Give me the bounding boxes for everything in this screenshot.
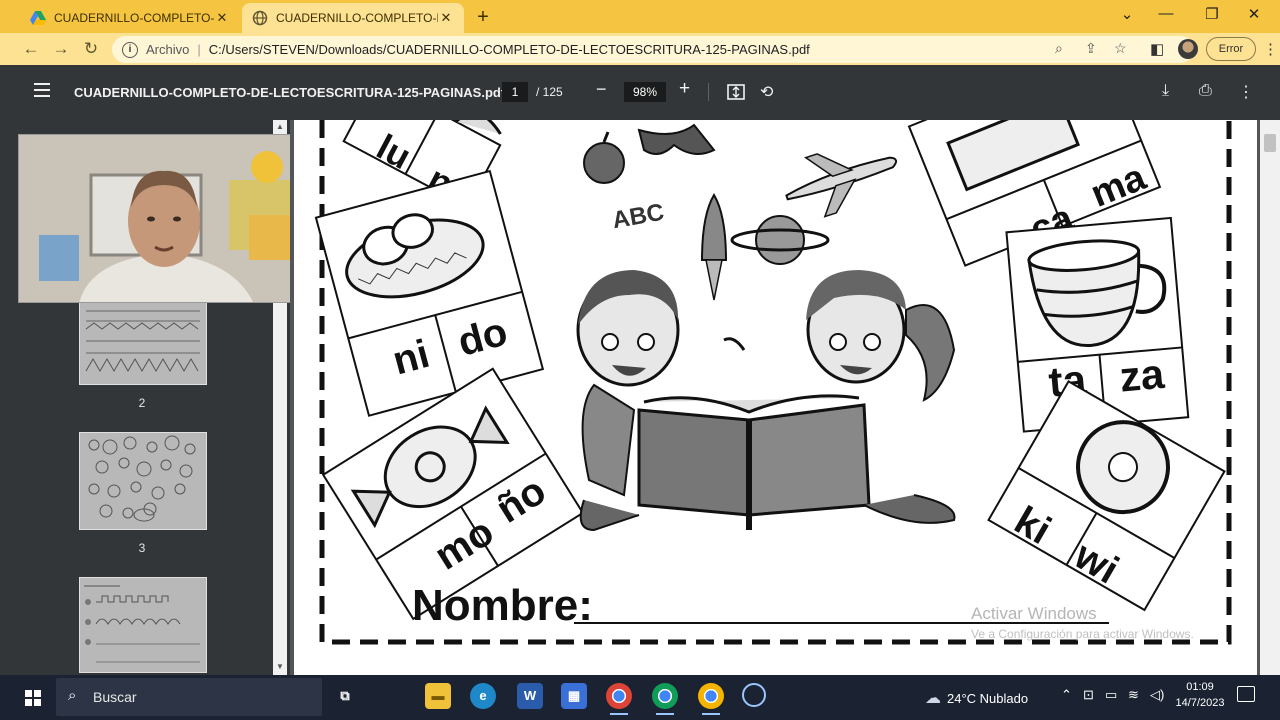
minimize-icon[interactable]: — (1154, 5, 1178, 22)
children-reading-illustration (576, 270, 956, 532)
dinosaur-illustration (637, 123, 716, 155)
scroll-down-icon[interactable]: ▼ (276, 662, 284, 671)
syllable-card-nido (314, 169, 545, 417)
close-icon[interactable]: ✕ (438, 10, 454, 26)
tab-title: CUADERNILLO-COMPLETO-DE-LE (276, 11, 438, 25)
pdf-toolbar: CUADERNILLO-COMPLETO-DE-LECTOESCRITURA-1… (0, 65, 1280, 120)
more-actions-icon[interactable]: ⋮ (1238, 82, 1254, 102)
thumbnail-page-2[interactable] (79, 300, 207, 385)
tab-inactive[interactable]: CUADERNILLO-COMPLETO-DE-LE ✕ (20, 3, 240, 33)
chrome-active-window-icon[interactable] (698, 683, 724, 715)
cloud-icon: ☁ (925, 690, 941, 707)
meet-now-icon[interactable]: ⊡ (1083, 687, 1094, 703)
windows-taskbar: ⌕ Buscar ⧉ ▬ e W ▦ ☁ 24°C Nublado ⌃ ⊡ ▭ … (0, 675, 1280, 720)
airplane-illustration (785, 153, 898, 218)
word-icon[interactable]: W (517, 683, 543, 709)
notification-icon[interactable] (1237, 686, 1255, 702)
close-icon[interactable]: ✕ (214, 10, 230, 26)
syllable-text: za (1118, 350, 1167, 401)
volume-icon[interactable]: ◁) (1150, 687, 1164, 703)
thumbnail-number: 2 (138, 396, 146, 410)
restore-icon[interactable]: ❐ (1200, 5, 1224, 23)
system-clock[interactable]: 01:09 14/7/2023 (1170, 679, 1230, 711)
browser-window: CUADERNILLO-COMPLETO-DE-LE ✕ CUADERNILLO… (0, 0, 1280, 720)
browser-toolbar: ← → ↻ i Archivo | C:/Users/STEVEN/Downlo… (0, 33, 1280, 65)
fit-page-icon[interactable] (727, 84, 745, 100)
chrome-profile-icon[interactable] (652, 683, 678, 715)
scroll-up-icon[interactable]: ▲ (276, 122, 284, 131)
activation-watermark-text: Ve a Configuración para activar Windows. (971, 627, 1194, 641)
menu-icon[interactable] (34, 83, 50, 97)
zoom-search-icon[interactable]: ⌕ (1055, 40, 1063, 57)
tab-search-icon[interactable]: ⌄ (1115, 5, 1139, 23)
store-icon[interactable]: ▦ (561, 683, 587, 709)
reload-icon[interactable]: ↻ (80, 38, 102, 60)
search-placeholder: Buscar (93, 689, 137, 705)
show-hidden-icons-icon[interactable]: ⌃ (1061, 687, 1072, 703)
back-icon[interactable]: ← (20, 38, 42, 60)
thumbnail-number: 3 (138, 541, 146, 555)
recording-app-icon[interactable] (742, 683, 766, 707)
zoom-input[interactable]: 98% (624, 82, 666, 102)
tab-title: CUADERNILLO-COMPLETO-DE-LE (54, 11, 214, 25)
clock-time: 01:09 (1186, 681, 1214, 693)
thumbnail-page-4[interactable] (79, 577, 207, 673)
page-scrollbar[interactable] (1260, 120, 1280, 675)
planet-illustration (730, 215, 830, 265)
weather-widget[interactable]: ☁ 24°C Nublado (925, 688, 1028, 708)
page-number-input[interactable]: 1 (502, 82, 528, 102)
error-button[interactable]: Error (1206, 37, 1256, 61)
search-icon: ⌕ (68, 687, 77, 704)
new-tab-button[interactable]: + (472, 6, 494, 29)
scheme-label: Archivo (146, 42, 190, 57)
tab-active[interactable]: CUADERNILLO-COMPLETO-DE-LE ✕ (242, 3, 464, 33)
pdf-title: CUADERNILLO-COMPLETO-DE-LECTOESCRITURA-1… (74, 85, 506, 100)
activation-watermark-title: Activar Windows (971, 604, 1097, 623)
google-drive-icon (30, 11, 46, 25)
thumbnail-page-3[interactable] (79, 432, 207, 530)
bookmark-star-icon[interactable]: ☆ (1114, 40, 1127, 57)
more-options-icon[interactable]: ⋮ (1263, 40, 1278, 58)
webcam-overlay (18, 134, 318, 303)
wifi-icon[interactable]: ≋ (1128, 687, 1139, 703)
battery-icon[interactable]: ▭ (1105, 687, 1117, 703)
address-bar[interactable]: i Archivo | C:/Users/STEVEN/Downloads/CU… (112, 36, 1194, 63)
person-video-image (19, 135, 317, 302)
chrome-icon[interactable] (606, 683, 632, 715)
separator: | (197, 42, 201, 57)
globe-icon (252, 10, 268, 26)
worksheet-image: lu na ni do mo (314, 120, 1232, 645)
thumbnail-image (85, 310, 200, 372)
file-explorer-icon[interactable]: ▬ (425, 683, 451, 709)
url-text[interactable]: C:/Users/STEVEN/Downloads/CUADERNILLO-CO… (209, 42, 810, 57)
thumbnail-image (88, 435, 196, 522)
side-panel-icon[interactable]: ◧ (1150, 40, 1164, 58)
share-icon[interactable]: ⇪ (1085, 40, 1097, 57)
download-icon[interactable]: ⤓ (1162, 82, 1169, 100)
pdf-page-1: lu na ni do mo (294, 120, 1257, 675)
info-icon[interactable]: i (122, 41, 138, 58)
forward-icon[interactable]: → (50, 38, 72, 60)
zoom-out-icon[interactable]: − (596, 79, 607, 100)
close-window-icon[interactable]: ✕ (1242, 5, 1266, 23)
zoom-in-icon[interactable]: + (679, 78, 690, 100)
profile-avatar[interactable] (1178, 39, 1198, 59)
task-view-icon[interactable]: ⧉ (332, 683, 358, 709)
name-label: Nombre: (412, 581, 593, 630)
page-total: / 125 (536, 85, 563, 99)
abc-text: ABC (610, 199, 666, 235)
divider (708, 83, 709, 101)
clock-date: 14/7/2023 (1175, 697, 1225, 709)
weather-text: 24°C Nublado (947, 690, 1029, 706)
scrollbar-thumb[interactable] (1264, 134, 1276, 152)
rotate-icon[interactable]: ⟲ (760, 82, 773, 102)
tab-strip: CUADERNILLO-COMPLETO-DE-LE ✕ CUADERNILLO… (0, 0, 1280, 33)
rocket-illustration (700, 193, 728, 301)
taskbar-search[interactable]: ⌕ Buscar (56, 678, 322, 716)
windows-start-icon[interactable] (25, 690, 41, 706)
print-icon[interactable]: ⎙ (1199, 82, 1212, 100)
edge-icon[interactable]: e (470, 683, 496, 709)
apple-illustration (583, 131, 625, 184)
thumbnail-image (84, 585, 200, 663)
